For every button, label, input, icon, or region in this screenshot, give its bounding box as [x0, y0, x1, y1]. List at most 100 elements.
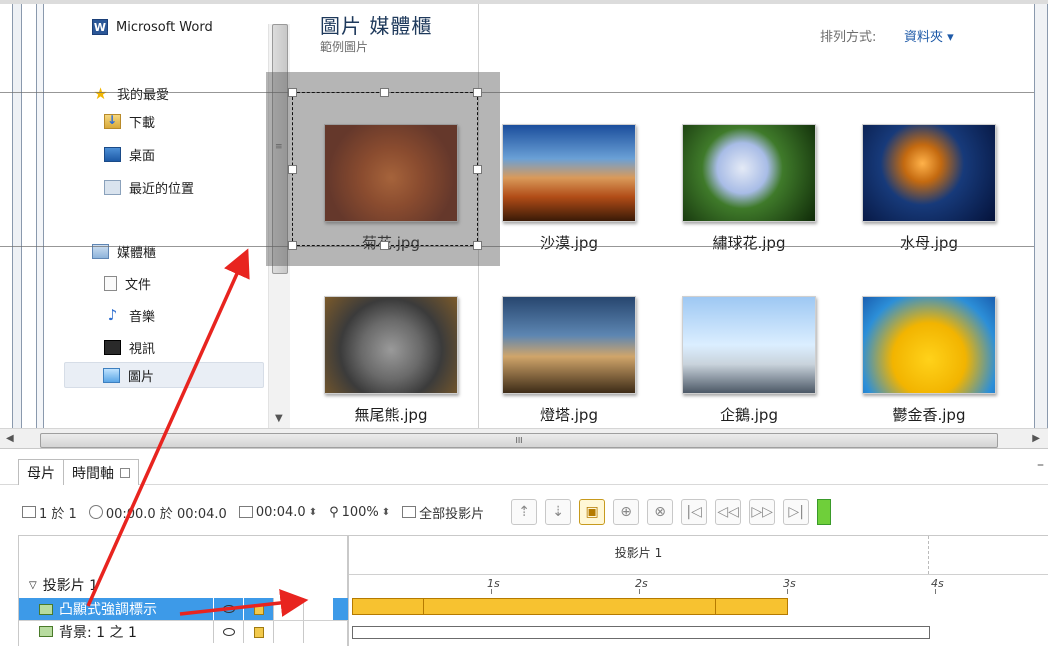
group-icon[interactable]: ▣ [579, 499, 606, 525]
file-item[interactable]: 無尾熊.jpg [324, 296, 458, 425]
tab-timeline[interactable]: 時間軸 [63, 459, 139, 485]
lock-toggle[interactable] [243, 621, 273, 643]
tab-master[interactable]: 母片 [18, 459, 64, 485]
file-item[interactable]: 鬱金香.jpg [862, 296, 996, 425]
download-folder-icon [104, 113, 121, 129]
ruler-tick [935, 589, 936, 594]
project-all-button[interactable]: 全部投影片 [402, 503, 499, 522]
scroll-right-arrow-icon[interactable]: ▶ [1032, 433, 1040, 444]
collapse-icon[interactable]: ▽ [29, 580, 37, 591]
resize-handle-top[interactable] [380, 88, 389, 97]
move-up-icon[interactable]: ⇡ [511, 499, 538, 525]
link-add-icon[interactable]: ⊕ [613, 499, 640, 525]
resize-handle-left[interactable] [288, 165, 297, 174]
timeline-toolbar: 1 於 1 00:00.0 於 00:04.0 00:04.0 ⬍ ⚲ 100%… [22, 497, 832, 527]
slide-count-text: 1 於 1 [39, 506, 77, 522]
zoom-text: 100% [341, 504, 379, 520]
file-item[interactable]: 燈塔.jpg [502, 296, 636, 425]
file-name: 企鵝.jpg [720, 406, 778, 424]
go-to-start-icon[interactable]: |◁ [681, 499, 708, 525]
nav-item-label: 桌面 [129, 148, 156, 164]
nav-item-recent-places[interactable]: 最近的位置 [104, 174, 194, 200]
library-subtitle: 範例圖片 [320, 40, 369, 54]
bar-segment-divider [715, 599, 716, 614]
go-to-end-icon[interactable]: ▷| [783, 499, 810, 525]
animation-duration-bar[interactable] [352, 598, 788, 615]
layer-row-animation[interactable]: 凸顯式強調標示 [19, 598, 349, 620]
guide-line-top [0, 92, 1034, 93]
resize-handle-bottom[interactable] [380, 241, 389, 250]
file-item[interactable]: 沙漠.jpg [502, 124, 636, 253]
visibility-toggle[interactable] [213, 621, 243, 643]
ruler-label: 1s [487, 577, 500, 590]
recent-places-icon [104, 179, 121, 195]
tab-close-icon[interactable] [120, 467, 130, 478]
video-icon [104, 339, 121, 355]
navigation-pane: W Microsoft Word ★ 我的最愛 下載 桌面 最近的位置 媒體 [46, 4, 270, 428]
nav-item-label: 我的最愛 [117, 87, 170, 103]
window-frame-left [12, 4, 22, 448]
nav-item-documents[interactable]: 文件 [104, 270, 151, 296]
file-item[interactable]: 繡球花.jpg [682, 124, 816, 253]
file-browser-window: W Microsoft Word ★ 我的最愛 下載 桌面 最近的位置 媒體 [0, 0, 1048, 452]
spinner-icon[interactable]: ⬍ [382, 507, 390, 518]
horizontal-scrollbar-thumb[interactable]: III [40, 433, 998, 448]
eye-icon [222, 605, 235, 613]
resize-handle-top-right[interactable] [473, 88, 482, 97]
zoom-field[interactable]: ⚲ 100% ⬍ [329, 505, 390, 520]
file-name: 無尾熊.jpg [354, 406, 428, 424]
layer-cell[interactable] [303, 598, 333, 620]
documents-icon [104, 275, 117, 291]
background-duration-bar[interactable] [352, 626, 930, 639]
nav-item-pictures[interactable]: 圖片 [64, 362, 264, 388]
lock-toggle[interactable] [243, 598, 273, 620]
ruler-tick [639, 589, 640, 594]
layer-cell[interactable] [303, 621, 333, 643]
nav-item-label: 視訊 [129, 341, 156, 357]
duration-text: 00:04.0 [255, 504, 306, 520]
file-item[interactable]: 水母.jpg [862, 124, 996, 253]
layer-cell[interactable] [273, 621, 303, 643]
nav-item-favorites[interactable]: ★ 我的最愛 [92, 80, 169, 106]
desktop-icon [104, 146, 121, 162]
time-ruler[interactable]: 1s 2s 3s 4s [349, 574, 1048, 594]
visibility-toggle[interactable] [213, 598, 243, 620]
ruler-label: 2s [635, 577, 648, 590]
window-frame-right [1034, 4, 1048, 448]
project-all-text: 全部投影片 [419, 506, 485, 522]
layer-row-slide[interactable]: ▽ 投影片 1 [19, 574, 349, 596]
nav-item-desktop[interactable]: 桌面 [104, 141, 155, 167]
guide-line-bottom [0, 246, 1034, 247]
duration-field[interactable]: 00:04.0 ⬍ [238, 504, 317, 520]
link-remove-icon[interactable]: ⊗ [647, 499, 674, 525]
nav-item-downloads[interactable]: 下載 [104, 108, 155, 134]
nav-item-label: 下載 [129, 115, 156, 131]
scroll-down-arrow-icon[interactable]: ▼ [275, 413, 283, 424]
nav-item-libraries[interactable]: 媒體櫃 [92, 238, 156, 264]
slide-count[interactable]: 1 於 1 [22, 503, 77, 522]
selection-rectangle[interactable] [288, 88, 482, 250]
fast-forward-icon[interactable]: ▷▷ [749, 499, 776, 525]
thumbnail-image [682, 296, 816, 394]
layer-row-background[interactable]: 背景: 1 之 1 [19, 620, 349, 643]
timeline-panel: 母片 時間軸 – 1 於 1 00:00.0 於 00:04.0 00:04.0… [0, 448, 1048, 646]
nav-item-videos[interactable]: 視訊 [104, 334, 155, 360]
resize-handle-bottom-left[interactable] [288, 241, 297, 250]
play-icon[interactable] [817, 499, 832, 525]
nav-item-music[interactable]: ♪ 音樂 [104, 302, 155, 328]
spinner-icon[interactable]: ⬍ [309, 507, 317, 518]
resize-handle-top-left[interactable] [288, 88, 297, 97]
layer-cell[interactable] [273, 598, 303, 620]
move-down-icon[interactable]: ⇣ [545, 499, 572, 525]
resize-handle-right[interactable] [473, 165, 482, 174]
scroll-left-arrow-icon[interactable]: ◀ [6, 433, 14, 444]
file-item[interactable]: 企鵝.jpg [682, 296, 816, 425]
resize-handle-bottom-right[interactable] [473, 241, 482, 250]
rewind-icon[interactable]: ◁◁ [715, 499, 742, 525]
nav-item-microsoft-word[interactable]: W Microsoft Word [92, 14, 213, 40]
arrange-by-dropdown[interactable]: 資料夾 ▾ [904, 26, 954, 45]
time-position[interactable]: 00:00.0 於 00:04.0 [88, 503, 227, 522]
panel-menu-icon[interactable]: – [1037, 457, 1044, 473]
slides-icon [402, 506, 417, 518]
file-name: 沙漠.jpg [540, 234, 598, 252]
